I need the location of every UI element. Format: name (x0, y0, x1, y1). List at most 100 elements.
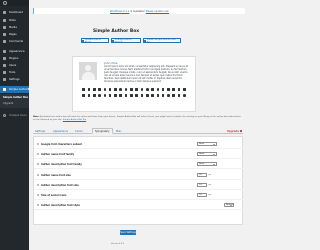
info-icon (37, 153, 40, 156)
upgrade-icon (240, 130, 243, 132)
setting-row-name-font-size: Author name font size 18 px (34, 171, 244, 180)
setting-row-font-subset: Google font characters subset None (34, 140, 244, 149)
update-notice: WordPress 6.1.1 is available! Please upd… (33, 8, 245, 14)
setting-label: Author description font size (41, 183, 79, 187)
collapse-menu-button[interactable]: Collapse menu (0, 112, 29, 118)
footer-version: Version 6.0.3 (111, 243, 125, 245)
media-icon (3, 26, 6, 29)
button-label: Install Simple Author Box Pro (146, 37, 176, 44)
setting-label: Author description font family (41, 162, 82, 166)
sidebar-item-label: Simple Author Box (9, 88, 34, 91)
install-pro-button[interactable]: Install Simple Author Box Pro (143, 37, 181, 44)
sidebar-item-label: Comments (9, 40, 24, 43)
sidebar-item-label: Plugins (9, 57, 19, 60)
setting-row-social-icon-size: Size of social icons 18 px (34, 191, 244, 200)
font-subset-select[interactable]: None (197, 142, 217, 147)
description-font-family-select[interactable]: None (197, 162, 217, 167)
upload-author-photo-button[interactable]: Upload Author Photo (81, 37, 109, 44)
users-icon (3, 64, 6, 67)
submenu-item-upgrade[interactable]: Upgrade (3, 102, 13, 105)
collapse-label: Collapse menu (9, 113, 27, 117)
name-font-size-input[interactable]: 18 (197, 173, 207, 178)
comment-icon (3, 40, 6, 43)
setting-label: Author name font size (41, 173, 71, 177)
brush-icon (3, 50, 6, 53)
tab-upgrade[interactable]: Upgrade (227, 128, 243, 134)
sidebar-item-users[interactable]: Users (0, 62, 29, 69)
sidebar-item-dashboard[interactable]: Dashboard (0, 9, 29, 16)
description-font-size-input[interactable]: 14 (197, 183, 207, 188)
setting-label: Google font characters subset (41, 142, 82, 146)
info-icon (37, 204, 40, 207)
social-icon-size-input[interactable]: 18 (197, 193, 207, 198)
sidebar-item-simple-author-box[interactable]: Simple Author Box (0, 86, 33, 93)
info-icon (37, 143, 40, 146)
collapse-icon (3, 113, 6, 117)
author-box-preview: John Doe Lorem ipsum dolor sit amet, con… (72, 56, 196, 112)
sidebar-item-tools[interactable]: Tools (0, 69, 29, 76)
sidebar-item-pages[interactable]: Pages (0, 31, 29, 38)
star-icon (144, 39, 146, 42)
tab-colors[interactable]: Colors (75, 128, 83, 134)
save-settings-button[interactable]: Save Settings (120, 230, 136, 235)
sidebar-item-comments[interactable]: Comments (0, 38, 29, 45)
wordpress-version-link[interactable]: WordPress 6.1.1 (110, 10, 129, 13)
notice-text: is available! (130, 9, 145, 13)
submenu-item-simple-author-box[interactable]: Simple Author Box (3, 96, 28, 99)
unit-label: px (208, 183, 211, 186)
sidebar-item-media[interactable]: Media (0, 24, 29, 31)
social-icons (81, 87, 187, 101)
update-now-link[interactable]: Please update now. (146, 10, 169, 13)
unit-label: px (208, 193, 211, 196)
sidebar-item-label: Tools (9, 71, 16, 74)
sidebar-item-settings[interactable]: Settings (0, 76, 29, 83)
setting-label: Size of social icons (41, 193, 67, 197)
avatar-body-shape (81, 72, 95, 80)
description-font-style-select[interactable]: Normal (224, 203, 234, 208)
sidebar-item-appearance[interactable]: Appearance (0, 48, 29, 55)
admin-sidebar: Dashboard Posts Media Pages Comments App… (0, 0, 33, 250)
sidebar-item-label: Media (9, 26, 17, 29)
sidebar-item-label: Dashboard (9, 11, 24, 14)
tab-appearance[interactable]: Appearance (53, 128, 68, 134)
button-label: Upload Author Photo (84, 37, 102, 44)
plugin-icon (3, 57, 6, 60)
sidebar-item-posts[interactable]: Posts (0, 17, 29, 24)
page-icon (3, 33, 6, 36)
wp-glyph-icon (3, 1, 7, 5)
sidebar-item-plugins[interactable]: Plugins (0, 55, 29, 62)
sidebar-item-label: Settings (9, 78, 20, 81)
page-title: Simple Author Box (93, 29, 140, 34)
unit-label: px (208, 173, 211, 176)
author-bio: Lorem ipsum dolor sit amet, consectetur … (104, 65, 188, 84)
tab-upgrade-label: Upgrade (227, 129, 240, 133)
setting-label: Author name font family (41, 152, 75, 156)
wrench-icon (3, 71, 6, 74)
pro-link[interactable]: Simple Author Box Pro (63, 119, 86, 121)
setting-row-description-font-size: Author description font size 14 px (34, 181, 244, 190)
setting-row-description-font-style: Author description font style Normal (34, 201, 244, 210)
change-author-details-button[interactable]: Change Author Details (111, 37, 141, 44)
typography-settings-panel: Google font characters subset None Autho… (33, 136, 244, 225)
sidebar-item-label: Appearance (9, 50, 25, 53)
edit-icon (112, 39, 114, 42)
dashboard-icon (3, 11, 6, 14)
info-icon (37, 174, 40, 177)
name-font-family-select[interactable]: None (197, 152, 217, 157)
info-icon (37, 194, 40, 197)
settings-tabs: Settings Appearance Colors Typography Mi… (33, 128, 243, 134)
tab-settings[interactable]: Settings (35, 128, 45, 134)
button-label: Change Author Details (114, 37, 133, 44)
pin-icon (3, 19, 6, 22)
settings-note: Note: By default our author box will tak… (33, 116, 243, 122)
info-icon (37, 184, 40, 187)
settings-icon (3, 78, 6, 81)
quora-icon[interactable] (182, 93, 187, 99)
sidebar-item-label: Users (9, 64, 17, 67)
tab-misc[interactable]: Misc (116, 128, 122, 134)
wordpress-logo-icon[interactable] (0, 0, 29, 6)
info-icon (37, 163, 40, 166)
upload-icon (82, 39, 84, 42)
tab-typography[interactable]: Typography (92, 128, 113, 134)
sidebar-item-label: Posts (9, 19, 16, 22)
